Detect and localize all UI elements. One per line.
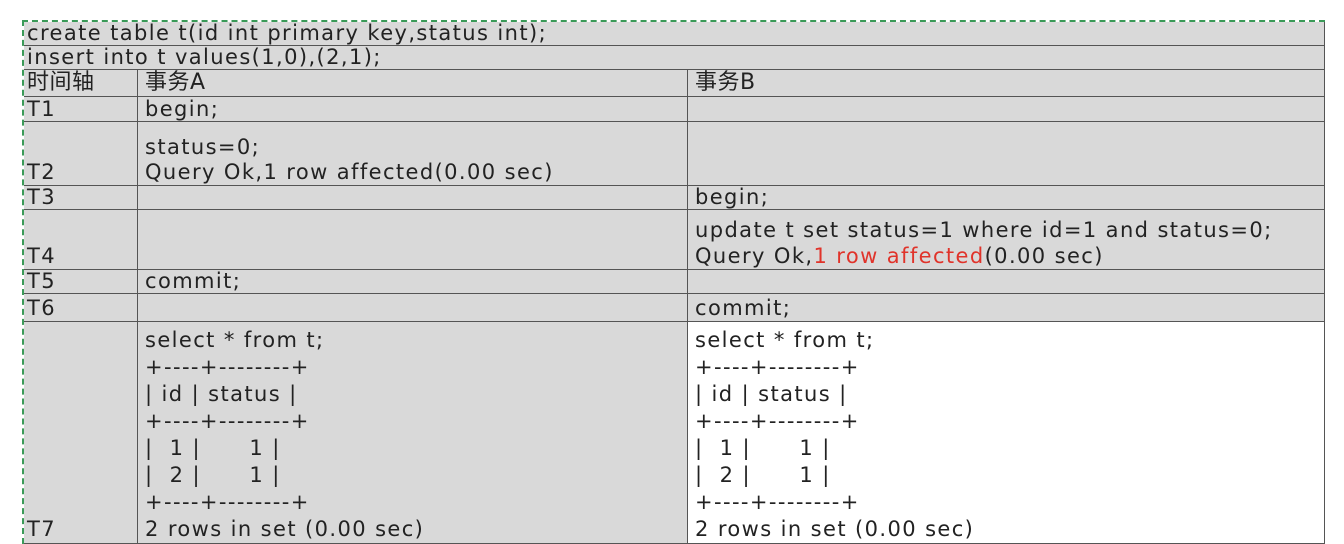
- header-transaction-b-label: 事务B: [695, 70, 756, 95]
- row-t1: T1 begin;: [24, 97, 1325, 122]
- code-line: +----+--------+: [695, 490, 860, 514]
- code-line: select * from t;: [695, 328, 875, 352]
- time-cell: T7: [24, 322, 138, 544]
- transaction-b-cell: [688, 97, 1325, 122]
- setup-row-insert: insert into t values(1,0),(2,1);: [24, 46, 1325, 70]
- time-cell: T2: [24, 122, 138, 186]
- code-line: commit;: [145, 270, 242, 293]
- sql-insert-cell: insert into t values(1,0),(2,1);: [24, 46, 1325, 70]
- code-line: | 2 | 1 |: [145, 463, 281, 487]
- time-label: T6: [27, 296, 56, 320]
- sql-insert: insert into t values(1,0),(2,1);: [27, 46, 382, 69]
- code-line: commit;: [695, 296, 792, 320]
- time-label: T4: [27, 244, 56, 268]
- code-line: 2 rows in set (0.00 sec): [145, 517, 425, 541]
- code-line: +----+--------+: [145, 490, 310, 514]
- code-line: select * from t;: [145, 328, 325, 352]
- time-cell: T4: [24, 210, 138, 270]
- row-t5: T5 commit;: [24, 270, 1325, 294]
- code-line: begin;: [145, 97, 220, 121]
- row-t6: T6 commit;: [24, 294, 1325, 322]
- time-label: T7: [27, 517, 56, 541]
- transaction-a-cell: select * from t; +----+--------+ | id | …: [138, 322, 688, 544]
- code-line: | 1 | 1 |: [145, 436, 281, 460]
- transaction-a-cell: commit;: [138, 270, 688, 294]
- header-time-axis: 时间轴: [24, 70, 138, 97]
- transaction-a-cell: status=0; Query Ok,1 row affected(0.00 s…: [138, 122, 688, 186]
- spreadsheet-table: create table t(id int primary key,status…: [22, 20, 1325, 544]
- result-suffix: (0.00 sec): [984, 244, 1104, 268]
- time-label: T1: [27, 97, 56, 121]
- affected-rows-highlight: 1 row affected: [813, 244, 985, 268]
- time-cell: T1: [24, 97, 138, 122]
- row-t2: T2 status=0; Query Ok,1 row affected(0.0…: [24, 122, 1325, 186]
- time-cell: T5: [24, 270, 138, 294]
- code-line: +----+--------+: [695, 409, 860, 433]
- header-transaction-b: 事务B: [688, 70, 1325, 97]
- code-line: | 2 | 1 |: [695, 463, 831, 487]
- transaction-b-cell: begin;: [688, 186, 1325, 210]
- transaction-a-cell: [138, 294, 688, 322]
- code-line: +----+--------+: [145, 355, 310, 379]
- code-line: update t set status=1 where id=1 and sta…: [695, 218, 1273, 242]
- transaction-b-cell: select * from t; +----+--------+ | id | …: [688, 322, 1325, 544]
- header-transaction-a-label: 事务A: [145, 70, 206, 95]
- code-line: +----+--------+: [695, 355, 860, 379]
- code-line: | id | status |: [695, 382, 848, 406]
- code-line: Query Ok,1 row affected(0.00 sec): [145, 160, 554, 184]
- setup-row-create: create table t(id int primary key,status…: [24, 22, 1325, 46]
- header-row: 时间轴 事务A 事务B: [24, 70, 1325, 97]
- row-t7: T7 select * from t; +----+--------+ | id…: [24, 322, 1325, 544]
- transaction-b-cell: commit;: [688, 294, 1325, 322]
- code-line: status=0;: [145, 135, 261, 159]
- time-label: T3: [27, 186, 56, 209]
- time-label: T2: [27, 160, 56, 184]
- row-t4: T4 update t set status=1 where id=1 and …: [24, 210, 1325, 270]
- transaction-b-cell: update t set status=1 where id=1 and sta…: [688, 210, 1325, 270]
- transaction-a-cell: begin;: [138, 97, 688, 122]
- transaction-b-cell: [688, 122, 1325, 186]
- time-cell: T3: [24, 186, 138, 210]
- header-time-axis-label: 时间轴: [27, 70, 95, 95]
- code-line: 2 rows in set (0.00 sec): [695, 517, 975, 541]
- row-t3: T3 begin;: [24, 186, 1325, 210]
- sql-create-table: create table t(id int primary key,status…: [27, 22, 548, 45]
- transaction-a-cell: [138, 210, 688, 270]
- code-line: begin;: [695, 186, 770, 209]
- transaction-b-cell: [688, 270, 1325, 294]
- code-line: Query Ok,1 row affected(0.00 sec): [695, 243, 1320, 269]
- sql-create-table-cell: create table t(id int primary key,status…: [24, 22, 1325, 46]
- time-cell: T6: [24, 294, 138, 322]
- result-prefix: Query Ok,: [695, 244, 814, 268]
- code-line: | id | status |: [145, 382, 298, 406]
- transaction-a-cell: [138, 186, 688, 210]
- code-line: +----+--------+: [145, 409, 310, 433]
- code-line: | 1 | 1 |: [695, 436, 831, 460]
- header-transaction-a: 事务A: [138, 70, 688, 97]
- time-label: T5: [27, 270, 56, 293]
